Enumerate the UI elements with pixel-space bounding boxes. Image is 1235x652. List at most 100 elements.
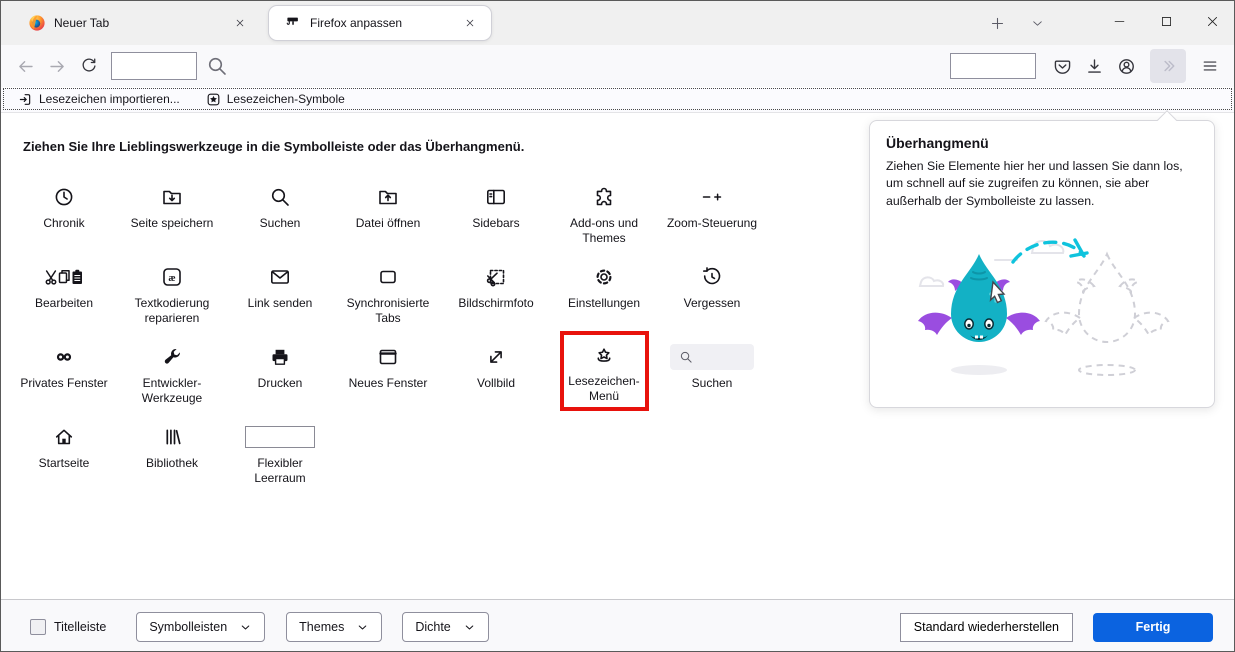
tool-vergessen[interactable]: Vergessen [662,251,762,331]
tab-neuer-tab[interactable]: Neuer Tab [13,6,261,40]
tool-einstellungen[interactable]: Einstellungen [554,251,654,331]
titlebar-checkbox[interactable] [30,619,46,635]
account-icon[interactable] [1110,50,1142,82]
tool-synchronisierte-tabs[interactable]: Synchronisierte Tabs [338,251,438,331]
home-icon [14,423,114,451]
tool-add-ons-und-themes[interactable]: Add-ons und Themes [554,171,654,251]
bookmarks-toolbar: Lesezeichen importieren... Lesezeichen-Sy… [1,88,1234,112]
tool-label: Seite speichern [122,216,222,231]
search-input[interactable] [950,53,1036,79]
tool-suchen[interactable]: Suchen [662,331,762,411]
tool-startseite[interactable]: Startseite [14,411,114,491]
synced-tabs-icon [338,263,438,291]
tool-suchen[interactable]: Suchen [230,171,330,251]
panel-pointer-notch [1157,110,1177,130]
tool-privates-fenster[interactable]: Privates Fenster [14,331,114,411]
tools-grid: Chronik Seite speichern Suchen Datei öffnen… [10,171,766,491]
search-bar-widget [670,344,754,370]
save-page-icon [122,183,222,211]
import-bookmarks-icon [18,92,33,107]
titlebar-checkbox-label: Titelleiste [54,620,106,634]
overflow-panel-title: Überhangmenü [886,135,1198,151]
tool-label: Entwickler-Werkzeuge [122,376,222,406]
tool-bildschirmfoto[interactable]: Bildschirmfoto [446,251,546,331]
tool-label: Bibliothek [122,456,222,471]
history-clock-icon [14,183,114,211]
tool-chronik[interactable]: Chronik [14,171,114,251]
bookmarks-item-label: Lesezeichen-Symbole [227,92,345,106]
tool-label: Chronik [14,216,114,231]
overflow-chevrons-icon[interactable] [1150,49,1186,83]
menu-icon[interactable] [1194,50,1226,82]
tool-flexibler-leerraum[interactable]: Flexibler Leerraum [230,411,330,491]
tool-neues-fenster[interactable]: Neues Fenster [338,331,438,411]
forward-icon[interactable] [41,50,73,82]
tool-label: Suchen [662,376,762,391]
tool-label: Add-ons und Themes [554,216,654,246]
tab-firefox-anpassen[interactable]: Firefox anpassen [269,6,491,40]
tool-bearbeiten[interactable]: Bearbeiten [14,251,114,331]
tool-bibliothek[interactable]: Bibliothek [122,411,222,491]
tool-zoom-steuerung[interactable]: Zoom-Steuerung [662,171,762,251]
bookmarks-drop-zone[interactable]: Lesezeichen importieren... Lesezeichen-Sy… [3,88,1232,110]
search-icon[interactable] [201,50,233,82]
tool-label: Link senden [230,296,330,311]
tool-vollbild[interactable]: Vollbild [446,331,546,411]
tool-datei-öffnen[interactable]: Datei öffnen [338,171,438,251]
new-tab-plus-icon[interactable] [985,11,1009,35]
firefox-icon [29,15,45,31]
edit-clipboard-icon [14,263,114,291]
print-icon [230,343,330,371]
tool-label: Bearbeiten [14,296,114,311]
tool-link-senden[interactable]: Link senden [230,251,330,331]
dropdown-label: Symbolleisten [149,620,227,634]
tool-label: Neues Fenster [338,376,438,391]
search-icon [230,183,330,211]
screenshot-icon [446,263,546,291]
new-window-icon [338,343,438,371]
flexible-space-widget [230,423,330,451]
bookmark-star-box-icon [206,92,221,107]
bookmarks-item-label: Lesezeichen importieren... [39,92,180,106]
reload-icon[interactable] [73,50,105,82]
library-icon [122,423,222,451]
density-dropdown[interactable]: Dichte [402,612,488,642]
sidebars-icon [446,183,546,211]
tool-label: Suchen [230,216,330,231]
maximize-icon[interactable] [1143,1,1189,41]
text-encoding-icon: æ [122,263,222,291]
tool-entwickler-werkzeuge[interactable]: Entwickler-Werkzeuge [122,331,222,411]
overflow-panel-description: Ziehen Sie Elemente hier her und lassen … [886,158,1198,210]
chevron-down-icon [463,621,476,634]
themes-dropdown[interactable]: Themes [286,612,382,642]
tool-drucken[interactable]: Drucken [230,331,330,411]
navigation-toolbar [1,45,1234,87]
tool-label: Startseite [14,456,114,471]
done-button[interactable]: Fertig [1093,613,1213,642]
toolbars-dropdown[interactable]: Symbolleisten [136,612,265,642]
tab-list-chevron-icon[interactable] [1025,11,1049,35]
pocket-icon[interactable] [1046,50,1078,82]
chevron-down-icon [239,621,252,634]
back-icon[interactable] [9,50,41,82]
download-icon[interactable] [1078,50,1110,82]
minimize-icon[interactable] [1096,1,1142,41]
bookmarks-toolbar-item[interactable]: Lesezeichen-Symbole [206,92,345,107]
restore-defaults-button[interactable]: Standard wiederherstellen [900,613,1073,642]
address-input[interactable] [111,52,197,80]
bookmarks-toolbar-item[interactable]: Lesezeichen importieren... [18,92,180,107]
close-icon[interactable] [459,12,481,34]
firefox-window: Neuer Tab Firefox anpassen Lesezeichen i… [0,0,1235,652]
tool-sidebars[interactable]: Sidebars [446,171,546,251]
open-file-icon [338,183,438,211]
svg-text:æ: æ [168,273,175,284]
search-bar-widget [662,343,762,371]
tool-seite-speichern[interactable]: Seite speichern [122,171,222,251]
customize-footer: Titelleiste Symbolleisten Themes Dichte … [1,599,1234,652]
zoom-controls-icon [662,183,762,211]
drop-monster-drag-illustration [886,220,1198,388]
tool-textkodierung-reparieren[interactable]: æTextkodierung reparieren [122,251,222,331]
tool-lesezeichen-menü[interactable]: Lesezeichen-Menü [560,331,649,411]
close-icon[interactable] [229,12,251,34]
window-close-icon[interactable] [1189,1,1235,41]
